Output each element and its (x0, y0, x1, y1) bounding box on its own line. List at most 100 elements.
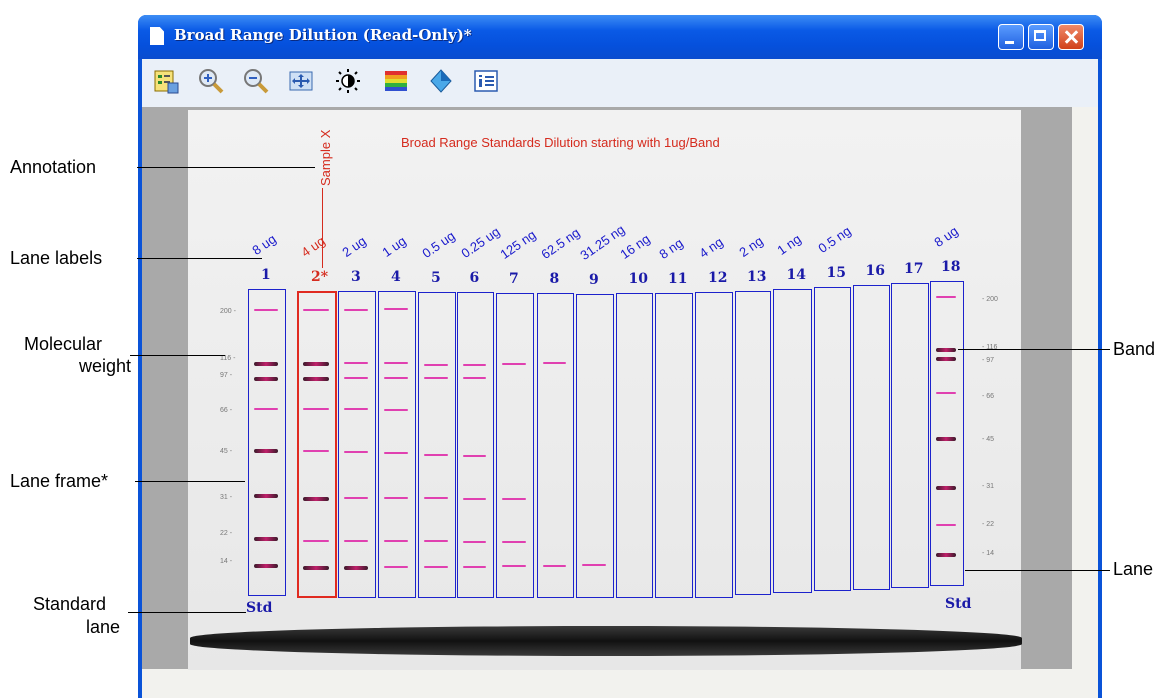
band[interactable] (254, 564, 278, 568)
gel-title: Broad Range Standards Dilution starting … (401, 135, 720, 150)
band[interactable] (303, 450, 329, 452)
lane-frame-1[interactable] (248, 289, 286, 596)
band[interactable] (936, 296, 956, 298)
band[interactable] (254, 494, 278, 498)
zoom-in-icon[interactable] (197, 67, 225, 95)
lane-frame-12[interactable] (695, 292, 733, 598)
lane-frame-18[interactable] (930, 281, 964, 586)
band[interactable] (384, 377, 408, 379)
lane-frame-7[interactable] (496, 293, 534, 598)
band[interactable] (936, 553, 956, 557)
band[interactable] (344, 497, 368, 499)
transform-icon[interactable] (427, 67, 455, 95)
band[interactable] (384, 362, 408, 364)
band[interactable] (254, 309, 278, 311)
mw-left-tick: 31 - (220, 494, 233, 501)
lane-setup-icon[interactable] (152, 67, 180, 95)
lane-frame-11[interactable] (655, 293, 693, 598)
band[interactable] (303, 309, 329, 311)
band[interactable] (254, 408, 278, 410)
band[interactable] (502, 363, 526, 365)
band[interactable] (936, 392, 956, 394)
lane-frame-5[interactable] (418, 292, 456, 598)
color-palette-icon[interactable] (382, 67, 410, 95)
maximize-button[interactable] (1028, 24, 1054, 50)
band[interactable] (424, 566, 448, 568)
band[interactable] (502, 541, 526, 543)
band[interactable] (424, 540, 448, 542)
band[interactable] (936, 524, 956, 526)
lane-frame-16[interactable] (853, 285, 890, 590)
band[interactable] (384, 308, 408, 310)
band[interactable] (384, 452, 408, 454)
band[interactable] (254, 537, 278, 541)
band[interactable] (344, 377, 368, 379)
band[interactable] (582, 564, 606, 566)
mw-left-tick: 97 - (220, 372, 233, 379)
band[interactable] (936, 357, 956, 361)
brightness-contrast-icon[interactable] (334, 67, 362, 95)
band[interactable] (936, 348, 956, 352)
band[interactable] (502, 565, 526, 567)
window-title: Broad Range Dilution (Read-Only)* (174, 26, 472, 44)
annotation-text[interactable]: Sample X (318, 130, 333, 186)
band[interactable] (424, 497, 448, 499)
band[interactable] (303, 362, 329, 366)
lane-frame-3[interactable] (338, 291, 376, 598)
band[interactable] (936, 486, 956, 490)
band[interactable] (303, 566, 329, 570)
band[interactable] (543, 565, 566, 567)
callout-molecular: Molecular (24, 334, 103, 354)
band[interactable] (384, 566, 408, 568)
band[interactable] (344, 566, 368, 570)
lane-frame-8[interactable] (537, 293, 574, 598)
band[interactable] (424, 454, 448, 456)
band[interactable] (463, 455, 486, 457)
band[interactable] (463, 498, 486, 500)
lane-frame-9[interactable] (576, 294, 614, 598)
band[interactable] (344, 451, 368, 453)
minimize-button[interactable] (998, 24, 1024, 50)
info-icon[interactable] (472, 67, 500, 95)
band[interactable] (463, 566, 486, 568)
band[interactable] (463, 364, 486, 366)
band[interactable] (502, 498, 526, 500)
band[interactable] (936, 437, 956, 441)
lane-frame-4[interactable] (378, 291, 416, 598)
std-label-right: Std (945, 596, 972, 612)
band[interactable] (384, 409, 408, 411)
horizontal-scrollbar[interactable] (142, 669, 1098, 698)
annotation-line (322, 188, 323, 268)
zoom-out-icon[interactable] (242, 67, 270, 95)
vertical-scrollbar[interactable] (1072, 107, 1098, 669)
band[interactable] (303, 497, 329, 501)
title-bar[interactable]: Broad Range Dilution (Read-Only)* (138, 15, 1102, 59)
band[interactable] (384, 497, 408, 499)
band[interactable] (424, 364, 448, 366)
band[interactable] (543, 362, 566, 364)
band[interactable] (254, 362, 278, 366)
band[interactable] (303, 540, 329, 542)
lane-frame-17[interactable] (891, 283, 929, 588)
band[interactable] (463, 377, 486, 379)
lane-frame-15[interactable] (814, 287, 851, 591)
band[interactable] (303, 377, 329, 381)
band[interactable] (254, 449, 278, 453)
band[interactable] (463, 541, 486, 543)
fit-to-window-icon[interactable] (287, 67, 315, 95)
band[interactable] (344, 362, 368, 364)
lane-frame-10[interactable] (616, 293, 653, 598)
band[interactable] (384, 540, 408, 542)
lane-frame-6[interactable] (457, 292, 494, 598)
band[interactable] (344, 408, 368, 410)
lane-frame-14[interactable] (773, 289, 812, 593)
band[interactable] (254, 377, 278, 381)
lane-frame-2[interactable] (297, 291, 337, 598)
close-button[interactable] (1058, 24, 1084, 50)
band[interactable] (303, 408, 329, 410)
lane-frame-13[interactable] (735, 291, 771, 595)
band[interactable] (344, 309, 368, 311)
band[interactable] (424, 377, 448, 379)
lane-number-10: 10 (628, 271, 648, 287)
band[interactable] (344, 540, 368, 542)
